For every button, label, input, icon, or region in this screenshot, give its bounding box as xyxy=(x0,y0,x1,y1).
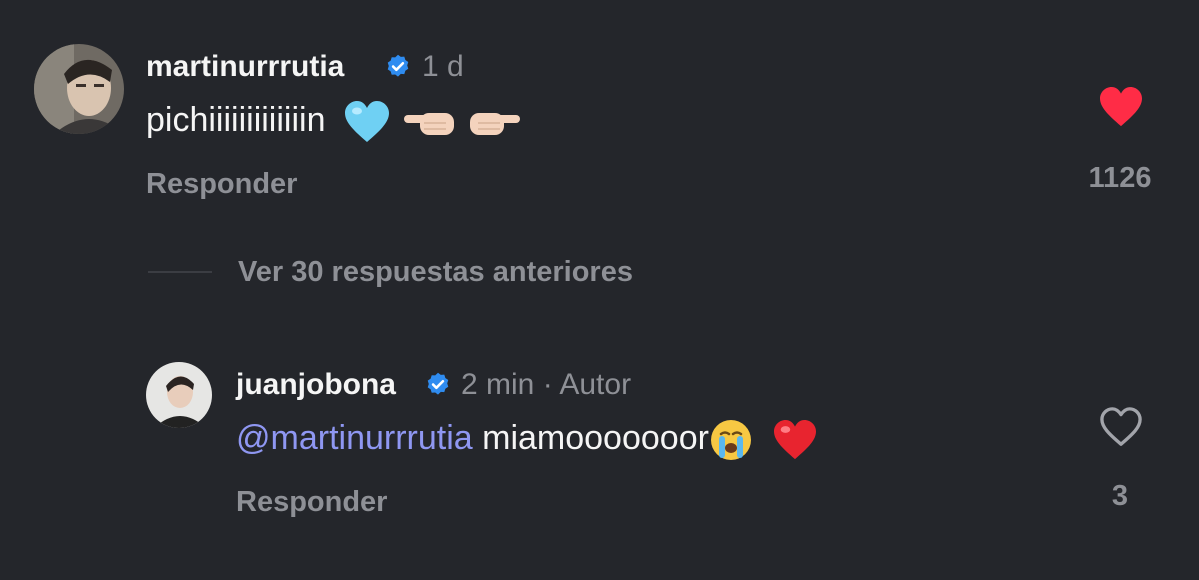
reply-button[interactable]: Responder xyxy=(236,486,387,519)
comment-text-content: pichiiiiiiiiiiiiin xyxy=(146,100,326,139)
pointing-right-emoji xyxy=(469,113,520,135)
loudly-crying-emoji xyxy=(710,420,751,460)
comment-time: 1 d xyxy=(422,50,464,83)
like-count: 3 xyxy=(1111,480,1129,512)
username[interactable]: juanjobona xyxy=(236,368,396,402)
comments-thread: martinurrrutia 1 d pichiiiiiiiiiiiiin Re… xyxy=(0,0,1199,580)
avatar[interactable] xyxy=(146,362,212,428)
verified-badge-icon xyxy=(387,54,409,77)
light-blue-heart-emoji xyxy=(344,101,389,142)
comment-text-content: miamooooooor xyxy=(482,418,709,457)
view-replies-label: Ver 30 respuestas anteriores xyxy=(238,255,633,288)
pointing-left-emoji xyxy=(404,113,455,135)
verified-badge-icon xyxy=(427,372,449,395)
comment-text: @martinurrrutia miamooooooor xyxy=(236,418,818,462)
red-heart-emoji xyxy=(774,419,817,460)
view-previous-replies-button[interactable]: Ver 30 respuestas anteriores xyxy=(148,250,633,294)
mention-link[interactable]: @martinurrrutia xyxy=(236,419,473,457)
avatar[interactable] xyxy=(34,44,124,134)
like-count: 1126 xyxy=(1088,162,1152,194)
divider xyxy=(148,271,212,273)
comment-time: 2 min · Autor xyxy=(461,368,632,401)
heart-outline-icon[interactable] xyxy=(1098,406,1144,448)
reply-button[interactable]: Responder xyxy=(146,168,297,201)
heart-filled-icon[interactable] xyxy=(1098,86,1144,128)
comment-text: pichiiiiiiiiiiiiin xyxy=(146,100,522,144)
username[interactable]: martinurrrutia xyxy=(146,50,344,84)
